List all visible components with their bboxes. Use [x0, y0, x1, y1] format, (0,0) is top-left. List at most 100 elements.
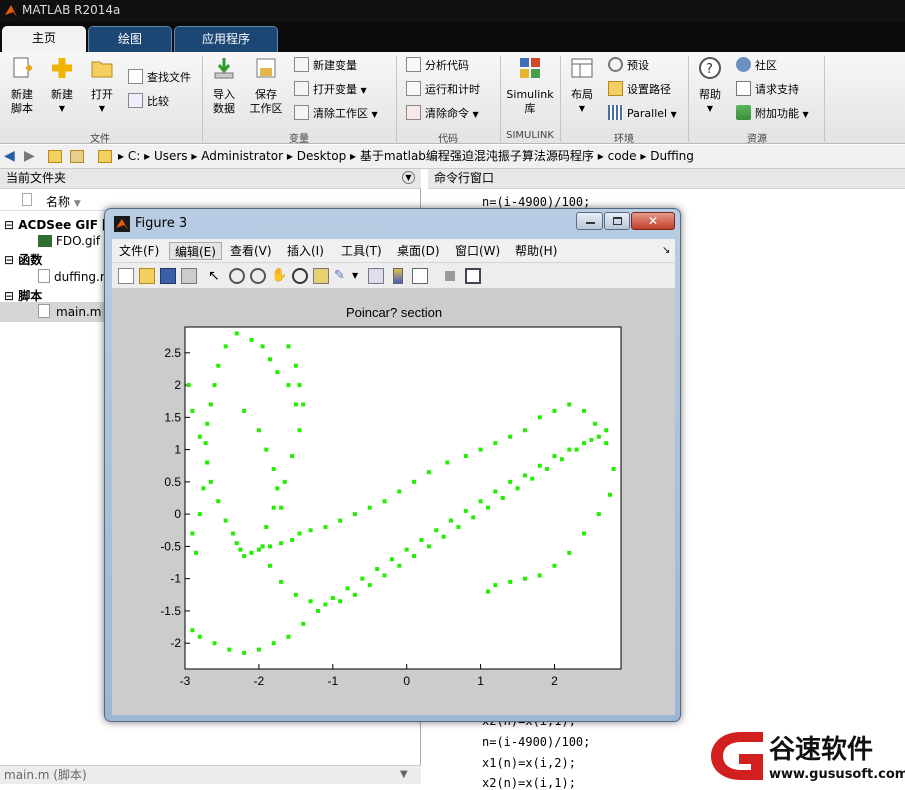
zoom-in-icon[interactable]: [229, 268, 245, 284]
analyze-code-button[interactable]: 分析代码: [406, 56, 469, 76]
zoom-out-icon[interactable]: [250, 268, 266, 284]
maximize-button[interactable]: [604, 212, 630, 230]
data-cursor-icon[interactable]: [313, 268, 329, 284]
open-button[interactable]: 打开 ▼: [86, 56, 118, 116]
colorbar-icon[interactable]: [393, 268, 403, 284]
back-arrow-icon[interactable]: ◀: [4, 145, 15, 168]
breadcrumb-item[interactable]: code: [608, 149, 637, 163]
breadcrumb-item[interactable]: Duffing: [650, 149, 694, 163]
file-name: duffing.m: [54, 270, 112, 284]
tab-home[interactable]: 主页: [2, 26, 86, 52]
variable-group-label: 变量: [289, 134, 309, 145]
scatter-point: [297, 531, 302, 536]
scatter-point: [203, 441, 208, 446]
parallel-button[interactable]: Parallel ▼: [608, 104, 677, 124]
menu-desktop[interactable]: 桌面(D): [392, 242, 445, 260]
menu-file[interactable]: 文件(F): [114, 242, 164, 260]
pan-hand-icon[interactable]: ✋: [271, 268, 287, 284]
request-support-button[interactable]: 请求支持: [736, 80, 799, 100]
menu-window[interactable]: 窗口(W): [450, 242, 505, 260]
scatter-point: [267, 357, 272, 362]
request-support-label: 请求支持: [755, 83, 799, 96]
dock-figure-icon[interactable]: [465, 268, 481, 284]
find-files-button[interactable]: 查找文件: [128, 68, 191, 88]
run-and-time-button[interactable]: 运行和计时: [406, 80, 480, 100]
save-icon[interactable]: [160, 268, 176, 284]
breadcrumb-item[interactable]: Desktop: [297, 149, 347, 163]
open-variable-button[interactable]: 打开变量 ▼: [294, 80, 367, 100]
up-folder-icon[interactable]: [48, 150, 62, 163]
scatter-point: [463, 508, 468, 513]
scatter-point: [271, 466, 276, 471]
legend-icon[interactable]: [412, 268, 428, 284]
hide-tools-icon[interactable]: [445, 271, 455, 281]
section-functions[interactable]: ⊟ 函数: [4, 251, 42, 268]
simulink-library-button[interactable]: Simulink 库: [504, 56, 556, 116]
new-figure-icon[interactable]: [118, 268, 134, 284]
file-item[interactable]: duffing.m: [38, 269, 112, 284]
scatter-point: [275, 486, 280, 491]
tab-plots[interactable]: 绘图: [88, 26, 172, 52]
compare-button[interactable]: 比较: [128, 92, 169, 112]
chevron-down-icon[interactable]: ▼: [352, 268, 360, 284]
menu-tools[interactable]: 工具(T): [336, 242, 387, 260]
scatter-point: [426, 544, 431, 549]
print-icon[interactable]: [181, 268, 197, 284]
file-item[interactable]: FDO.gif: [38, 234, 100, 248]
scatter-point: [537, 415, 542, 420]
breadcrumb-item[interactable]: Administrator: [201, 149, 283, 163]
close-button[interactable]: ✕: [631, 212, 675, 230]
set-path-button[interactable]: 设置路径: [608, 80, 671, 100]
minimize-button[interactable]: [576, 212, 603, 230]
preferences-button[interactable]: 预设: [608, 56, 649, 76]
tab-apps[interactable]: 应用程序: [174, 26, 278, 52]
clear-commands-button[interactable]: 清除命令 ▼: [406, 104, 479, 124]
chevron-down-icon: ▼: [670, 110, 677, 119]
clear-workspace-button[interactable]: 清除工作区 ▼: [294, 104, 378, 124]
pointer-icon[interactable]: ↖: [208, 268, 224, 284]
poincare-plot[interactable]: Poincar? section -2 -1.5 -1 -0.5 0 0.5 1 1.5 2 2.…: [112, 289, 675, 715]
help-button[interactable]: ? 帮助 ▼: [694, 56, 726, 116]
add-ons-button[interactable]: 附加功能 ▼: [736, 104, 809, 124]
gear-icon: [608, 57, 623, 72]
figure-window[interactable]: Figure 3 ✕ 文件(F) 编辑(E) 查看(V) 插入(I) 工具(T)…: [104, 208, 681, 722]
scatter-point: [234, 541, 239, 546]
scatter-point: [286, 344, 291, 349]
scatter-point: [493, 441, 498, 446]
import-data-button[interactable]: 导入 数据: [208, 56, 240, 116]
command-window-header: 命令行窗口: [428, 169, 905, 189]
figure-title: Figure 3: [135, 216, 188, 231]
scatter-point: [190, 408, 195, 413]
menu-edit[interactable]: 编辑(E): [169, 242, 222, 260]
chevron-down-icon[interactable]: ▼: [400, 766, 408, 784]
panel-options-icon[interactable]: ▼: [402, 171, 415, 184]
scatter-point: [271, 505, 276, 510]
browse-folder-icon[interactable]: [70, 150, 84, 163]
community-button[interactable]: 社区: [736, 56, 777, 76]
layout-button[interactable]: 布局 ▼: [566, 56, 598, 116]
environment-group-label: 环境: [614, 134, 634, 145]
link-plot-icon[interactable]: [368, 268, 384, 284]
menu-overflow-icon[interactable]: ↘: [657, 242, 675, 260]
menu-view[interactable]: 查看(V): [225, 242, 277, 260]
save-workspace-button[interactable]: 保存 工作区: [246, 56, 286, 116]
breadcrumb-item[interactable]: C:: [128, 149, 140, 163]
forward-arrow-icon[interactable]: ▶: [24, 145, 35, 168]
new-script-icon: [13, 57, 32, 78]
scatter-point: [582, 408, 587, 413]
menu-insert[interactable]: 插入(I): [282, 242, 329, 260]
open-file-icon[interactable]: [139, 268, 155, 284]
save-workspace-icon: [256, 58, 276, 78]
new-button[interactable]: 新建 ▼: [46, 56, 78, 116]
menu-help[interactable]: 帮助(H): [510, 242, 562, 260]
scatter-point: [441, 534, 446, 539]
section-acdsee[interactable]: ⊟ ACDSee GIF 图: [4, 216, 114, 233]
new-variable-button[interactable]: 新建变量: [294, 56, 357, 76]
new-script-button[interactable]: 新建 脚本: [6, 56, 38, 116]
breadcrumb-item[interactable]: 基于matlab编程强迫混沌振子算法源码程序: [360, 149, 594, 163]
scatter-point: [223, 518, 228, 523]
breadcrumb-item[interactable]: Users: [154, 149, 188, 163]
name-column-header[interactable]: 名称 ▼: [46, 193, 81, 210]
brush-icon[interactable]: ✎: [334, 268, 350, 284]
rotate-3d-icon[interactable]: [292, 268, 308, 284]
